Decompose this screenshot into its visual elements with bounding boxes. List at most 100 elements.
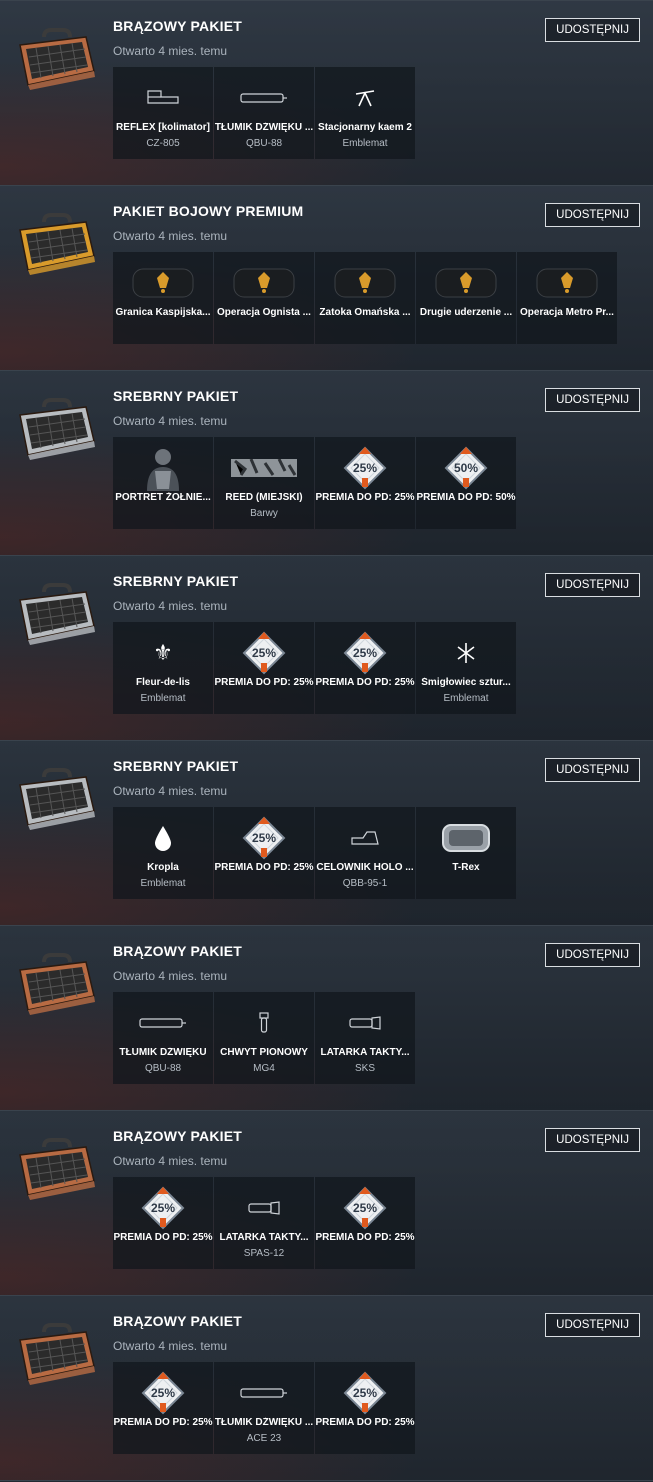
reward-item[interactable]: ⚜ Fleur-de-lis Emblemat bbox=[113, 622, 213, 714]
reward-item[interactable]: PORTRET ŻOŁNIE... bbox=[113, 437, 213, 529]
reward-item[interactable]: Kropla Emblemat bbox=[113, 807, 213, 899]
reward-item[interactable]: T-Rex bbox=[416, 807, 516, 899]
pack-title: BRĄZOWY PAKIET bbox=[113, 1128, 243, 1144]
reward-item-name: Granica Kaspijska... bbox=[115, 307, 211, 318]
pack-items: REFLEX [kolimator] CZ-805 TŁUMIK DŹWIĘKU … bbox=[113, 67, 415, 159]
reward-item[interactable]: REFLEX [kolimator] CZ-805 bbox=[113, 67, 213, 159]
reward-item[interactable]: CELOWNIK HOLO ... QBB-95-1 bbox=[315, 807, 415, 899]
xp-boost-icon: 25% bbox=[214, 815, 314, 861]
helicopter-emblem-icon bbox=[416, 630, 516, 676]
xp-boost-icon: 25% bbox=[315, 630, 415, 676]
share-button[interactable]: UDOSTĘPNIJ bbox=[545, 18, 640, 42]
reward-item-category: QBU-88 bbox=[245, 138, 283, 149]
dogtag-gold-icon bbox=[214, 260, 314, 306]
suppressor-icon bbox=[214, 75, 314, 121]
xp-boost-icon: 25% bbox=[214, 630, 314, 676]
pack-opened-date: Otwarto 4 mies. temu bbox=[113, 969, 228, 983]
xp-boost-icon: 25% bbox=[315, 1185, 415, 1231]
reflex-sight-icon bbox=[113, 75, 213, 121]
battlepack-row: BRĄZOWY PAKIET Otwarto 4 mies. temu UDOSTĘ… bbox=[0, 0, 653, 186]
reward-item-category: Emblemat bbox=[443, 693, 489, 704]
reward-item[interactable]: 25% PREMIA DO PD: 25% bbox=[315, 1177, 415, 1269]
share-button[interactable]: UDOSTĘPNIJ bbox=[545, 388, 640, 412]
reward-item[interactable]: 25% PREMIA DO PD: 25% bbox=[315, 1362, 415, 1454]
reward-item[interactable]: LATARKA TAKTY... SPAS-12 bbox=[214, 1177, 314, 1269]
xp-boost-icon: 50% bbox=[416, 445, 516, 491]
reward-item[interactable]: Stacjonarny kaem 2 Emblemat bbox=[315, 67, 415, 159]
reward-item[interactable]: 25% PREMIA DO PD: 25% bbox=[113, 1177, 213, 1269]
suppressor-icon bbox=[113, 1000, 213, 1046]
reward-item-name: REFLEX [kolimator] bbox=[116, 122, 210, 133]
reward-item-category: MG4 bbox=[253, 1063, 275, 1074]
reward-item-name: Operacja Ognista ... bbox=[217, 307, 311, 318]
reward-item[interactable]: 25% PREMIA DO PD: 25% bbox=[315, 622, 415, 714]
flashlight-icon bbox=[315, 1000, 415, 1046]
reward-item[interactable]: 25% PREMIA DO PD: 25% bbox=[113, 1362, 213, 1454]
share-button[interactable]: UDOSTĘPNIJ bbox=[545, 943, 640, 967]
svg-text:25%: 25% bbox=[353, 1386, 377, 1400]
reward-item[interactable]: Śmigłowiec sztur... Emblemat bbox=[416, 622, 516, 714]
pack-title: BRĄZOWY PAKIET bbox=[113, 18, 243, 34]
reward-item[interactable]: Operacja Ognista ... bbox=[214, 252, 314, 344]
pack-items: 25% PREMIA DO PD: 25% LATARKA TAKTY... SP… bbox=[113, 1177, 415, 1269]
svg-text:25%: 25% bbox=[151, 1386, 175, 1400]
battlepack-row: SREBRNY PAKIET Otwarto 4 mies. temu UDOSTĘ… bbox=[0, 556, 653, 741]
reward-item[interactable]: Zatoka Omańska ... bbox=[315, 252, 415, 344]
flashlight-icon bbox=[214, 1185, 314, 1231]
share-button[interactable]: UDOSTĘPNIJ bbox=[545, 1128, 640, 1152]
reward-item-name: PREMIA DO PD: 25% bbox=[113, 1417, 213, 1428]
reward-item-name: CHWYT PIONOWY bbox=[220, 1047, 308, 1058]
reward-item[interactable]: Operacja Metro Pr... bbox=[517, 252, 617, 344]
reward-item[interactable]: Drugie uderzenie ... bbox=[416, 252, 516, 344]
reward-item[interactable]: LATARKA TAKTY... SKS bbox=[315, 992, 415, 1084]
pack-title: BRĄZOWY PAKIET bbox=[113, 943, 243, 959]
share-button[interactable]: UDOSTĘPNIJ bbox=[545, 1313, 640, 1337]
reward-item[interactable]: 25% PREMIA DO PD: 25% bbox=[315, 437, 415, 529]
pack-title: SREBRNY PAKIET bbox=[113, 758, 239, 774]
reward-item-category: SPAS-12 bbox=[243, 1248, 285, 1259]
reward-item[interactable]: TŁUMIK DŹWIĘKU ... ACE 23 bbox=[214, 1362, 314, 1454]
reward-item[interactable]: REED (MIEJSKI) Barwy bbox=[214, 437, 314, 529]
reward-item[interactable]: 50% PREMIA DO PD: 50% bbox=[416, 437, 516, 529]
pack-items: TŁUMIK DŹWIĘKU QBU-88 CHWYT PIONOWY MG4 LA… bbox=[113, 992, 415, 1084]
reward-item-name: Stacjonarny kaem 2 bbox=[318, 122, 412, 133]
reward-item-category: QBU-88 bbox=[144, 1063, 182, 1074]
share-button[interactable]: UDOSTĘPNIJ bbox=[545, 203, 640, 227]
reward-item[interactable]: 25% PREMIA DO PD: 25% bbox=[214, 622, 314, 714]
xp-boost-icon: 25% bbox=[113, 1185, 213, 1231]
bronze-case-icon bbox=[16, 27, 98, 91]
reward-item-name: Fleur-de-lis bbox=[136, 677, 190, 688]
dogtag-gold-icon bbox=[416, 260, 516, 306]
silver-case-icon bbox=[16, 767, 98, 831]
holo-sight-icon bbox=[315, 815, 415, 861]
reward-item-category: Emblemat bbox=[140, 878, 186, 889]
share-button[interactable]: UDOSTĘPNIJ bbox=[545, 758, 640, 782]
pack-opened-date: Otwarto 4 mies. temu bbox=[113, 599, 228, 613]
svg-text:50%: 50% bbox=[454, 461, 478, 475]
share-button[interactable]: UDOSTĘPNIJ bbox=[545, 573, 640, 597]
reward-item-name: TŁUMIK DŹWIĘKU ... bbox=[214, 1417, 314, 1428]
reward-item-name: PREMIA DO PD: 25% bbox=[315, 492, 415, 503]
pack-opened-date: Otwarto 4 mies. temu bbox=[113, 414, 228, 428]
reward-item-name: PREMIA DO PD: 25% bbox=[214, 862, 314, 873]
suppressor-icon bbox=[214, 1370, 314, 1416]
reward-item[interactable]: TŁUMIK DŹWIĘKU ... QBU-88 bbox=[214, 67, 314, 159]
battlepack-row: BRĄZOWY PAKIET Otwarto 4 mies. temu UDOSTĘ… bbox=[0, 1111, 653, 1296]
reward-item-name: LATARKA TAKTY... bbox=[219, 1232, 309, 1243]
battlepack-row: PAKIET BOJOWY PREMIUM Otwarto 4 mies. tem… bbox=[0, 186, 653, 371]
svg-text:25%: 25% bbox=[252, 646, 276, 660]
reward-item[interactable]: CHWYT PIONOWY MG4 bbox=[214, 992, 314, 1084]
dogtag-gold-icon bbox=[517, 260, 617, 306]
reward-item-category: Emblemat bbox=[140, 693, 186, 704]
reward-item[interactable]: Granica Kaspijska... bbox=[113, 252, 213, 344]
svg-text:25%: 25% bbox=[353, 461, 377, 475]
reward-item[interactable]: 25% PREMIA DO PD: 25% bbox=[214, 807, 314, 899]
pack-opened-date: Otwarto 4 mies. temu bbox=[113, 1154, 228, 1168]
reward-item[interactable]: TŁUMIK DŹWIĘKU QBU-88 bbox=[113, 992, 213, 1084]
vertical-grip-icon bbox=[214, 1000, 314, 1046]
pack-items: Granica Kaspijska... Operacja Ognista ..… bbox=[113, 252, 617, 344]
pack-opened-date: Otwarto 4 mies. temu bbox=[113, 784, 228, 798]
dogtag-gold-icon bbox=[113, 260, 213, 306]
reward-item-name: PREMIA DO PD: 25% bbox=[315, 677, 415, 688]
reward-item-name: PREMIA DO PD: 25% bbox=[113, 1232, 213, 1243]
